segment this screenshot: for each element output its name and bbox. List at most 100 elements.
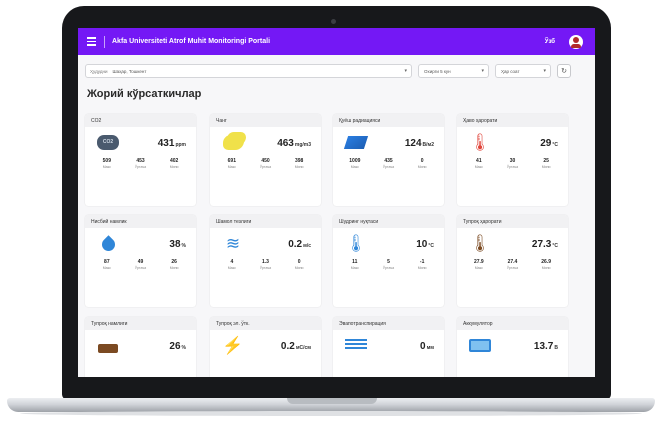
current-value: 29°C [492,133,558,151]
interval-select[interactable]: Ҳар соат ▾ [495,64,551,78]
card-main: 🌡 29°C [457,127,568,157]
stat-item: 26.9 Мини [531,259,561,270]
stat-value: 27.9 [473,259,484,265]
stats-row: 11 Макс 5 Ўртача -1 Мини [338,259,439,270]
current-value: 0.2м/с [245,234,311,252]
stat-item: 4 Макс [217,259,247,270]
value-number: 431 [157,138,175,149]
value-unit: мм [426,345,434,351]
stat-value: 26 [171,259,177,265]
card-main: 124В/м2 [333,127,444,157]
stat-label: Ўртача [259,266,272,270]
co2-cloud-icon: CO2 [96,131,120,153]
card-main: 🌡 10°C [333,228,444,258]
card-main: 38% [85,228,196,258]
wind-icon: ≋ [225,233,241,253]
stats-row: 691 Макс 450 Ўртача 398 Мини [215,158,316,169]
battery-icon [468,334,492,356]
stat-value: 26.9 [541,259,551,265]
hamburger-menu-icon[interactable] [87,37,96,46]
value-number: 0.2 [280,341,295,352]
stats-row: 41 Макс 30 Ўртача 25 Мини [462,158,563,169]
sensor-card[interactable]: Тупроқ ҳарорати 🌡 27.3°C 27.9 Макс 27.4 Ўртача… [457,215,568,307]
current-value: 0.2мС/см [245,336,311,354]
stat-label: Макс [102,266,111,270]
period-value: Охирги 5 кун [424,68,451,74]
stat-item: 450 Ўртача [250,158,280,169]
app-title: Akfa Universiteti Atrof Muhit Monitoring… [112,38,271,45]
card-main: 13.7В [457,330,568,360]
language-button[interactable]: Ўзб [545,39,555,45]
stat-label: Ўртача [134,165,147,169]
stat-value: -1 [419,259,425,265]
sensor-card[interactable]: Эвапотранспирация 0мм [333,317,444,377]
stat-item: 27.9 Макс [464,259,494,270]
sensor-card[interactable]: Шамол тезлиги ≋ 0.2м/с 4 Макс 1.3 Ўртача 0 Мини [210,215,321,307]
sensor-card[interactable]: Нисбий намлик 38% 87 Макс 49 Ўртача 26 Мини [85,215,196,307]
card-title: Шудринг нуқтаси [333,215,444,228]
card-title: CO2 [85,114,196,127]
card-main: 🌡 27.3°C [457,228,568,258]
sensor-card[interactable]: Тупроқ намлиги 26% [85,317,196,377]
stat-item: 25 Мини [531,158,561,169]
value-number: 10 [416,239,428,250]
sensor-card[interactable]: Қуёш радиацияси 124В/м2 1009 Макс 435 Ўртача 0… [333,114,444,206]
stat-item: 0 Мини [407,158,437,169]
card-title: Чанг [210,114,321,127]
stat-item: 1009 Макс [340,158,370,169]
sensor-card[interactable]: Ҳаво ҳарорати 🌡 29°C 41 Макс 30 Ўртача 25 Мини [457,114,568,206]
stat-label: Макс [474,165,483,169]
sensor-card[interactable]: Тупроқ эл. ўтк. ⚡ 0.2мС/см [210,317,321,377]
stat-label: Мини [541,165,551,169]
sensor-card[interactable]: CO2 CO2 431ppm 509 Макс 453 Ўртача 402 Мини [85,114,196,206]
current-value: 26% [120,336,186,354]
card-title: Тупроқ намлиги [85,317,196,330]
value-number: 463 [277,138,294,149]
section-title: Жорий кўрсаткичлар [87,88,202,100]
current-value: 13.7В [492,336,558,354]
sensor-card[interactable]: Шудринг нуқтаси 🌡 10°C 11 Макс 5 Ўртача -1 Мини [333,215,444,307]
dust-icon [221,131,245,153]
refresh-button[interactable]: ↻ [557,64,571,78]
stat-value: 450 [261,158,270,164]
stat-label: Ўртача [506,165,519,169]
interval-value: Ҳар соат [501,68,520,74]
screen: Akfa Universiteti Atrof Muhit Monitoring… [78,28,595,377]
user-avatar-icon[interactable] [569,34,583,49]
current-value: 10°C [368,234,434,252]
card-title: Шамол тезлиги [210,215,321,228]
stat-label: Мини [169,266,179,270]
value-unit: °C [428,243,434,249]
card-main: 0мм [333,330,444,360]
value-unit: mg/m3 [294,142,311,148]
value-unit: В/м2 [422,142,434,148]
value-unit: °C [552,142,558,148]
current-value: 27.3°C [492,234,558,252]
stat-label: Мини [169,165,179,169]
stat-value: 25 [543,158,549,164]
laptop-notch [287,398,377,404]
sensor-card[interactable]: Чанг 463mg/m3 691 Макс 450 Ўртача 398 Мини [210,114,321,206]
card-title: Тупроқ ҳарорати [457,215,568,228]
region-select[interactable]: Ҳудудни Шаҳар, Тошкент ▾ [85,64,412,78]
card-main: 26% [85,330,196,360]
card-main: ⚡ 0.2мС/см [210,330,321,360]
stat-item: 398 Мини [284,158,314,169]
stat-item: 11 Макс [340,259,370,270]
stat-item: 30 Ўртача [497,158,527,169]
stat-item: 0 Мини [284,259,314,270]
stat-value: 509 [102,158,111,164]
period-select[interactable]: Охирги 5 кун ▾ [418,64,489,78]
value-unit: °C [552,243,558,249]
stat-value: 87 [104,259,110,265]
stat-label: Мини [417,266,427,270]
sensor-card[interactable]: Аккумулятор 13.7В [457,317,568,377]
stat-value: 435 [384,158,393,164]
stat-item: 453 Ўртача [125,158,155,169]
current-value: 124В/м2 [368,133,434,151]
card-title: Нисбий намлик [85,215,196,228]
soil-temperature-icon: 🌡 [469,233,491,253]
humidity-drop-icon [96,232,120,254]
stat-value: 402 [169,158,179,164]
stat-item: 87 Макс [92,259,122,270]
